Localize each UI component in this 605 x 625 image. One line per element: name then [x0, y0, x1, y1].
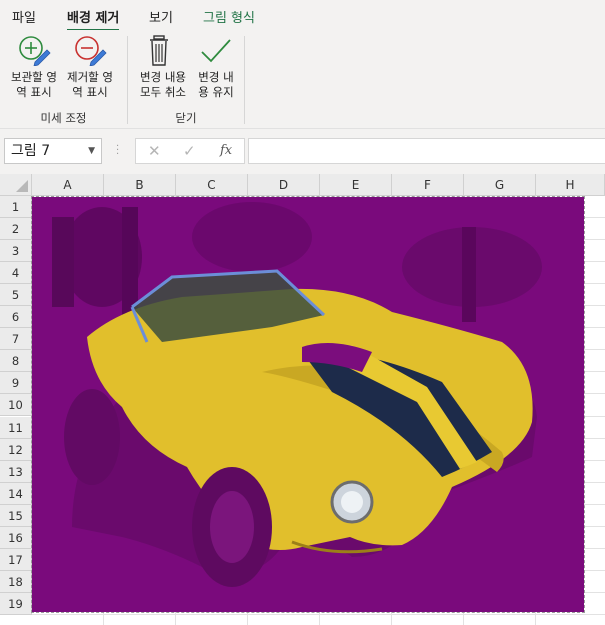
row-header[interactable]: 10	[0, 394, 32, 417]
column-header[interactable]: E	[320, 174, 392, 196]
worksheet-grid[interactable]: A B C D E F G H 1 2 3 4 5 6 7 8 9 10 11 12 13 14 15 16 1…	[0, 174, 605, 625]
plus-pencil-icon	[19, 36, 51, 66]
mark-areas-to-keep-button[interactable]: 보관할 영 역 표시	[6, 34, 62, 100]
group-separator	[244, 36, 245, 124]
group-label-refine: 미세 조정	[40, 111, 87, 125]
insert-function-icon[interactable]: fx	[220, 143, 232, 158]
formula-bar: 그림 7 ▼ · · · ✕ ✓ fx	[0, 128, 605, 175]
row-header[interactable]: 14	[0, 482, 32, 505]
row-header[interactable]: 9	[0, 372, 32, 395]
formula-buttons: ✕ ✓ fx	[135, 138, 245, 164]
row-header[interactable]: 13	[0, 460, 32, 483]
column-header[interactable]: F	[392, 174, 464, 196]
name-box-value: 그림 7	[11, 143, 51, 159]
keep-changes-label: 변경 내 용 유지	[198, 70, 234, 99]
minus-pencil-icon	[75, 36, 107, 66]
tab-remove-background[interactable]: 배경 제거	[67, 7, 120, 32]
group-label-close: 닫기	[175, 111, 197, 125]
cancel-icon[interactable]: ✕	[148, 142, 161, 160]
discard-all-changes-button[interactable]: 변경 내용 모두 취소	[135, 34, 191, 100]
select-all-corner[interactable]	[0, 174, 32, 196]
row-header[interactable]: 4	[0, 262, 32, 285]
car-photo	[32, 197, 584, 612]
tab-file[interactable]: 파일	[12, 7, 36, 26]
row-header[interactable]: 8	[0, 350, 32, 373]
mark-keep-label: 보관할 영 역 표시	[11, 70, 57, 99]
keep-changes-button[interactable]: 변경 내 용 유지	[188, 34, 244, 100]
more-options-icon[interactable]: · · ·	[116, 142, 119, 160]
mark-areas-to-remove-button[interactable]: 제거할 영 역 표시	[62, 34, 118, 100]
row-header[interactable]: 18	[0, 570, 32, 593]
column-header[interactable]: G	[464, 174, 536, 196]
enter-icon[interactable]: ✓	[183, 142, 196, 160]
ribbon-tabs: 파일 배경 제거 보기 그림 형식	[0, 0, 605, 32]
tab-view[interactable]: 보기	[149, 7, 173, 26]
row-header[interactable]: 16	[0, 526, 32, 549]
row-header[interactable]: 6	[0, 306, 32, 329]
selected-picture[interactable]	[31, 196, 585, 613]
tab-picture-format[interactable]: 그림 형식	[203, 7, 255, 26]
chevron-down-icon[interactable]: ▼	[88, 139, 95, 163]
formula-input[interactable]	[248, 138, 605, 164]
ribbon: 보관할 영 역 표시 제거할 영 역 표시 변경 내용 모두 취소 변경 내 용…	[0, 30, 605, 128]
discard-label: 변경 내용 모두 취소	[140, 70, 186, 99]
column-header[interactable]: B	[104, 174, 176, 196]
row-header[interactable]: 15	[0, 504, 32, 527]
row-header[interactable]: 3	[0, 240, 32, 263]
mark-remove-label: 제거할 영 역 표시	[67, 70, 113, 99]
row-header[interactable]: 1	[0, 196, 32, 219]
row-header[interactable]: 12	[0, 438, 32, 461]
row-header[interactable]: 19	[0, 592, 32, 615]
row-header[interactable]: 7	[0, 328, 32, 351]
column-header[interactable]: C	[176, 174, 248, 196]
row-header[interactable]: 17	[0, 548, 32, 571]
name-box[interactable]: 그림 7 ▼	[4, 138, 102, 164]
column-header[interactable]: D	[248, 174, 320, 196]
row-header[interactable]: 11	[0, 416, 32, 439]
row-header[interactable]: 5	[0, 284, 32, 307]
column-header[interactable]: A	[32, 174, 104, 196]
trash-icon	[150, 35, 168, 66]
row-header[interactable]: 2	[0, 218, 32, 241]
checkmark-icon	[201, 39, 231, 63]
column-header[interactable]: H	[536, 174, 605, 196]
